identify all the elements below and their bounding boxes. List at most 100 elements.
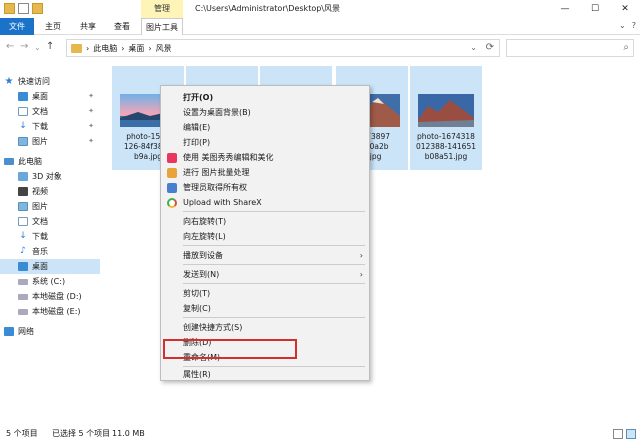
- up-arrow-icon[interactable]: ↑: [46, 41, 54, 52]
- tab-view[interactable]: 查看: [110, 18, 134, 35]
- tab-picture-tools[interactable]: 图片工具: [141, 18, 183, 35]
- network-icon: [4, 327, 14, 336]
- search-icon: ⌕: [623, 42, 629, 53]
- quick-access-toolbar: [4, 3, 43, 14]
- sidebar-item-drive-d[interactable]: 本地磁盘 (D:): [0, 289, 100, 304]
- file-name: photo-1674318 012388-141651 b08a51.jpg: [416, 132, 476, 161]
- title-bar: 管理 C:\Users\Administrator\Desktop\风景 — ☐…: [0, 0, 640, 18]
- ribbon-tabs: 文件 主页 共享 查看 图片工具 ⌄ ?: [0, 18, 640, 35]
- menu-divider: [183, 211, 365, 212]
- sidebar-item-downloads-pc[interactable]: ↓ 下载: [0, 229, 100, 244]
- sidebar-item-documents[interactable]: 文档 ✦: [0, 104, 100, 119]
- address-bar[interactable]: › 此电脑 › 桌面 › 风景 ⌄ ⟳: [66, 39, 500, 57]
- sidebar-item-network[interactable]: 网络: [0, 324, 100, 339]
- status-bar: 5 个项目 已选择 5 个项目 11.0 MB: [0, 426, 640, 442]
- breadcrumb-separator: ›: [121, 43, 125, 53]
- manage-context-tab: 管理: [141, 0, 183, 18]
- maximize-button[interactable]: ☐: [580, 0, 610, 18]
- admin-icon: [167, 183, 177, 193]
- expand-ribbon-icon[interactable]: ⌄: [619, 21, 626, 30]
- drive-icon: [18, 308, 28, 315]
- forward-arrow-icon[interactable]: →: [20, 41, 28, 52]
- breadcrumb-separator: ›: [148, 43, 152, 53]
- star-icon: ★: [4, 76, 14, 87]
- menu-divider: [183, 245, 365, 246]
- sidebar-item-drive-c[interactable]: 系统 (C:): [0, 274, 100, 289]
- drive-icon: [18, 293, 28, 300]
- menu-divider: [183, 283, 365, 284]
- sidebar-item-documents-pc[interactable]: 文档: [0, 214, 100, 229]
- meitu-icon: [167, 153, 177, 163]
- sidebar-item-pictures[interactable]: 图片 ✦: [0, 134, 100, 149]
- desktop-icon: [18, 92, 28, 101]
- refresh-icon[interactable]: ⟳: [486, 42, 494, 53]
- minimize-button[interactable]: —: [550, 0, 580, 18]
- menu-item-batch-process[interactable]: 进行 图片批量处理: [161, 165, 369, 180]
- sharex-icon: [167, 198, 177, 208]
- menu-item-meitu-edit[interactable]: 使用 美图秀秀编辑和美化: [161, 150, 369, 165]
- pin-icon: ✦: [88, 137, 94, 145]
- pin-icon: ✦: [88, 107, 94, 115]
- pin-icon: ✦: [88, 92, 94, 100]
- menu-item-cast-to-device[interactable]: 播放到设备 ›: [161, 248, 369, 263]
- address-row: ← → ⌄ ↑ › 此电脑 › 桌面 › 风景 ⌄ ⟳ ⌕: [0, 36, 640, 60]
- pin-icon: ✦: [88, 122, 94, 130]
- large-icons-view-icon[interactable]: [626, 429, 636, 439]
- breadcrumb-this-pc[interactable]: 此电脑: [93, 43, 117, 54]
- menu-item-send-to[interactable]: 发送到(N) ›: [161, 267, 369, 282]
- menu-item-take-ownership[interactable]: 管理员取得所有权: [161, 180, 369, 195]
- sidebar-item-desktop[interactable]: 桌面 ✦: [0, 89, 100, 104]
- document-icon: [18, 217, 28, 226]
- sidebar-item-drive-e[interactable]: 本地磁盘 (E:): [0, 304, 100, 319]
- cube-icon: [18, 172, 28, 181]
- recent-dropdown-icon[interactable]: ⌄: [34, 43, 41, 52]
- video-icon: [18, 187, 28, 196]
- menu-item-cut[interactable]: 剪切(T): [161, 286, 369, 301]
- sidebar-item-desktop-pc[interactable]: 桌面: [0, 259, 100, 274]
- sidebar-item-3d-objects[interactable]: 3D 对象: [0, 169, 100, 184]
- sidebar-item-music[interactable]: ♪ 音乐: [0, 244, 100, 259]
- menu-item-open[interactable]: 打开(O): [161, 90, 369, 105]
- tab-home[interactable]: 主页: [41, 18, 65, 35]
- address-dropdown-icon[interactable]: ⌄: [470, 43, 477, 52]
- menu-divider: [183, 317, 365, 318]
- sidebar-item-this-pc[interactable]: 此电脑: [0, 154, 100, 169]
- new-folder-icon[interactable]: [32, 3, 43, 14]
- breadcrumb-separator: ›: [86, 43, 90, 53]
- drive-icon: [18, 278, 28, 285]
- details-view-icon[interactable]: [613, 429, 623, 439]
- menu-item-print[interactable]: 打印(P): [161, 135, 369, 150]
- item-count: 5 个项目: [6, 429, 38, 438]
- breadcrumb-desktop[interactable]: 桌面: [128, 43, 144, 54]
- tab-share[interactable]: 共享: [76, 18, 100, 35]
- sidebar-item-videos[interactable]: 视频: [0, 184, 100, 199]
- back-arrow-icon[interactable]: ←: [6, 41, 14, 52]
- tab-file[interactable]: 文件: [0, 18, 34, 35]
- menu-item-rotate-left[interactable]: 向左旋转(L): [161, 229, 369, 244]
- gallery-icon: [167, 168, 177, 178]
- desktop-icon: [18, 262, 28, 271]
- window-title: C:\Users\Administrator\Desktop\风景: [195, 4, 340, 13]
- sidebar-item-quick-access[interactable]: ★ 快速访问: [0, 74, 100, 89]
- download-icon: ↓: [19, 121, 27, 131]
- menu-item-properties[interactable]: 属性(R): [161, 367, 369, 382]
- menu-item-sharex[interactable]: Upload with ShareX: [161, 195, 369, 210]
- menu-item-create-shortcut[interactable]: 创建快捷方式(S): [161, 320, 369, 335]
- menu-divider: [183, 264, 365, 265]
- music-icon: ♪: [20, 246, 26, 256]
- submenu-arrow-icon: ›: [359, 270, 363, 279]
- folder-icon[interactable]: [4, 3, 15, 14]
- sidebar-item-downloads[interactable]: ↓ 下载 ✦: [0, 119, 100, 134]
- menu-item-rotate-right[interactable]: 向右旋转(T): [161, 214, 369, 229]
- help-icon[interactable]: ?: [632, 21, 636, 30]
- file-item[interactable]: photo-1674318 012388-141651 b08a51.jpg: [410, 66, 482, 170]
- properties-icon[interactable]: [18, 3, 29, 14]
- menu-item-copy[interactable]: 复制(C): [161, 301, 369, 316]
- search-input[interactable]: ⌕: [506, 39, 634, 57]
- menu-item-set-wallpaper[interactable]: 设置为桌面背景(B): [161, 105, 369, 120]
- breadcrumb-scenery[interactable]: 风景: [156, 43, 172, 54]
- sidebar-item-pictures-pc[interactable]: 图片: [0, 199, 100, 214]
- menu-item-edit[interactable]: 编辑(E): [161, 120, 369, 135]
- close-button[interactable]: ✕: [610, 0, 640, 18]
- pictures-icon: [18, 137, 28, 146]
